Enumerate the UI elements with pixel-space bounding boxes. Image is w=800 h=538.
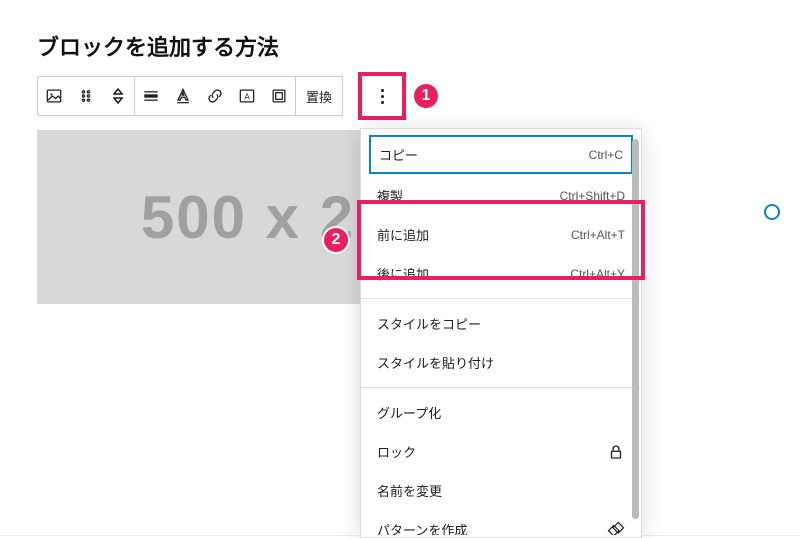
menu-separator [361, 387, 641, 388]
align-button[interactable] [135, 77, 167, 115]
lock-icon [607, 443, 625, 461]
menu-item-create-pattern[interactable]: パターンを作成 [361, 510, 641, 535]
menu-item-insert-before[interactable]: 前に追加 Ctrl+Alt+T [361, 215, 641, 254]
annotation-badge-1: 1 [412, 82, 440, 110]
selection-handle[interactable] [764, 204, 780, 220]
menu-item-group[interactable]: グループ化 [361, 393, 641, 432]
menu-label: スタイルを貼り付け [377, 353, 494, 372]
menu-shortcut: Ctrl+C [589, 148, 623, 162]
menu-separator [361, 298, 641, 299]
page-title: ブロックを追加する方法 [0, 0, 800, 62]
menu-shortcut: Ctrl+Alt+T [571, 228, 625, 242]
annotation-badge-2: 2 [322, 226, 350, 254]
menu-item-lock[interactable]: ロック [361, 432, 641, 471]
menu-item-copy[interactable]: コピー Ctrl+C [369, 135, 633, 174]
menu-item-insert-after[interactable]: 後に追加 Ctrl+Alt+Y [361, 254, 641, 293]
menu-shortcut: Ctrl+Shift+D [560, 189, 625, 203]
menu-scrollbar[interactable] [632, 139, 639, 519]
menu-shortcut: Ctrl+Alt+Y [570, 267, 625, 281]
move-up-down-button[interactable] [102, 77, 134, 115]
link-button[interactable] [199, 77, 231, 115]
more-options-button[interactable] [358, 72, 406, 120]
menu-label: 名前を変更 [377, 481, 442, 500]
more-vertical-icon [381, 89, 384, 104]
menu-item-copy-style[interactable]: スタイルをコピー [361, 304, 641, 343]
block-options-menu: コピー Ctrl+C 複製 Ctrl+Shift+D 前に追加 Ctrl+Alt… [360, 128, 642, 538]
replace-button[interactable]: 置換 [296, 77, 342, 115]
pattern-icon [607, 521, 625, 536]
svg-text:A: A [244, 91, 250, 101]
menu-label: 前に追加 [377, 225, 429, 244]
caption-button[interactable]: A [231, 77, 263, 115]
menu-label: ロック [377, 442, 416, 461]
crop-button[interactable] [263, 77, 295, 115]
block-toolbar: A 置換 [37, 76, 343, 116]
menu-label: 後に追加 [377, 264, 429, 283]
menu-item-duplicate[interactable]: 複製 Ctrl+Shift+D [361, 176, 641, 215]
menu-label: パターンを作成 [377, 520, 467, 535]
menu-item-paste-style[interactable]: スタイルを貼り付け [361, 343, 641, 382]
menu-label: 複製 [377, 186, 403, 205]
style-button[interactable] [167, 77, 199, 115]
menu-item-rename[interactable]: 名前を変更 [361, 471, 641, 510]
drag-handle-icon[interactable] [70, 77, 102, 115]
image-block-icon[interactable] [38, 77, 70, 115]
menu-label: スタイルをコピー [377, 314, 481, 333]
menu-label: コピー [379, 145, 418, 164]
menu-label: グループ化 [377, 403, 441, 422]
